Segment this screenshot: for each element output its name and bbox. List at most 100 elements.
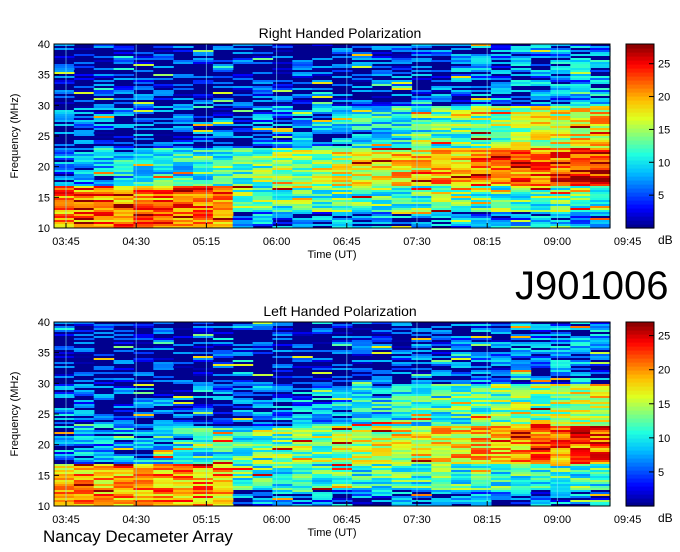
spectrogram-cell — [332, 424, 353, 426]
spectrogram-cell — [570, 224, 591, 226]
spectrogram-cell — [431, 344, 452, 346]
spectrogram-cell — [510, 472, 532, 474]
spectrogram-cell — [510, 392, 532, 394]
spectrogram-cell — [113, 474, 135, 476]
spectrogram-cell — [73, 184, 95, 186]
spectrogram-cell — [570, 368, 591, 370]
spectrogram-cell — [193, 154, 214, 156]
spectrogram-cell — [490, 432, 512, 434]
spectrogram-cell — [530, 384, 552, 386]
spectrogram-cell — [451, 456, 472, 458]
spectrogram-cell — [193, 62, 214, 64]
spectrogram-cell — [272, 144, 293, 146]
spectrogram-cell — [113, 428, 135, 430]
spectrogram-cell — [351, 462, 373, 464]
spectrogram-cell — [232, 328, 254, 330]
colorbar-step — [626, 56, 654, 61]
spectrogram-cell — [272, 422, 293, 424]
spectrogram-cell — [471, 164, 492, 166]
spectrogram-cell — [590, 424, 611, 426]
spectrogram-cell — [351, 452, 373, 454]
spectrogram-cell — [431, 356, 452, 358]
spectrogram-cell — [570, 160, 591, 162]
spectrogram-cell — [113, 184, 135, 186]
spectrogram-cell — [490, 130, 512, 132]
spectrogram-cell — [212, 354, 234, 356]
spectrogram-cell — [212, 492, 234, 494]
spectrogram-cell — [252, 222, 274, 224]
spectrogram-cell — [212, 446, 234, 448]
colorbar-step — [626, 402, 654, 407]
spectrogram-cell — [570, 456, 591, 458]
spectrogram-cell — [371, 108, 393, 110]
spectrogram-panel-left: Left Handed Polarization10152025303540Fr… — [9, 303, 673, 539]
spectrogram-cell — [252, 390, 274, 392]
spectrogram-cell — [232, 410, 254, 412]
spectrogram-cell — [113, 444, 135, 446]
spectrogram-cell — [212, 390, 234, 392]
spectrogram-cell — [212, 434, 234, 436]
spectrogram-cell — [73, 182, 95, 184]
spectrogram-cell — [173, 476, 194, 478]
spectrogram-cell — [292, 450, 313, 452]
spectrogram-cell — [550, 446, 571, 448]
spectrogram-cell — [232, 486, 254, 488]
spectrogram-cell — [550, 174, 571, 176]
spectrogram-cell — [431, 144, 452, 146]
spectrogram-cell — [490, 102, 512, 104]
spectrogram-cell — [490, 448, 512, 450]
spectrogram-cell — [550, 140, 571, 142]
spectrogram-cell — [371, 192, 393, 194]
spectrogram-cell — [173, 470, 194, 472]
spectrogram-cell — [232, 348, 254, 350]
colorbar-step — [626, 200, 654, 205]
spectrogram-cell — [570, 328, 591, 330]
spectrogram-cell — [212, 478, 234, 480]
spectrogram-cell — [570, 94, 591, 96]
spectrogram-cell — [590, 476, 611, 478]
spectrogram-cell — [252, 450, 274, 452]
spectrogram-cell — [312, 122, 333, 124]
spectrogram-cell — [193, 448, 214, 450]
spectrogram-cell — [570, 162, 591, 164]
spectrogram-cell — [391, 56, 413, 58]
spectrogram-cell — [570, 326, 591, 328]
spectrogram-cell — [371, 442, 393, 444]
spectrogram-cell — [590, 352, 611, 354]
spectrogram-cell — [351, 104, 373, 106]
spectrogram-cell — [54, 326, 75, 328]
spectrogram-cell — [391, 130, 413, 132]
spectrogram-cell — [292, 478, 313, 480]
spectrogram-cell — [332, 500, 353, 502]
colorbar-step — [626, 382, 654, 387]
spectrogram-cell — [411, 176, 432, 178]
spectrogram-cell — [431, 184, 452, 186]
spectrogram-cell — [590, 176, 611, 178]
spectrogram-cell — [371, 176, 393, 178]
spectrogram-cell — [371, 408, 393, 410]
spectrogram-cell — [153, 424, 174, 426]
spectrogram-cell — [570, 78, 591, 80]
spectrogram-cell — [411, 476, 432, 478]
spectrogram-cell — [391, 180, 413, 182]
instrument-label: Nancay Decameter Array — [43, 527, 233, 546]
spectrogram-cell — [371, 496, 393, 498]
spectrogram-cell — [490, 498, 512, 500]
spectrogram-cell — [332, 462, 353, 464]
spectrogram-cell — [93, 184, 115, 186]
spectrogram-cell — [451, 48, 472, 50]
spectrogram-cell — [431, 456, 452, 458]
spectrogram-cell — [411, 330, 432, 332]
spectrogram-cell — [570, 202, 591, 204]
spectrogram-cell — [451, 60, 472, 62]
spectrogram-cell — [451, 460, 472, 462]
spectrogram-cell — [312, 414, 333, 416]
spectrogram-cell — [153, 204, 174, 206]
spectrogram-cell — [431, 84, 452, 86]
spectrogram-cell — [570, 112, 591, 114]
spectrogram-cell — [272, 140, 293, 142]
spectrogram-cell — [292, 486, 313, 488]
spectrogram-cell — [471, 402, 492, 404]
spectrogram-cell — [391, 178, 413, 180]
spectrogram-cell — [391, 488, 413, 490]
